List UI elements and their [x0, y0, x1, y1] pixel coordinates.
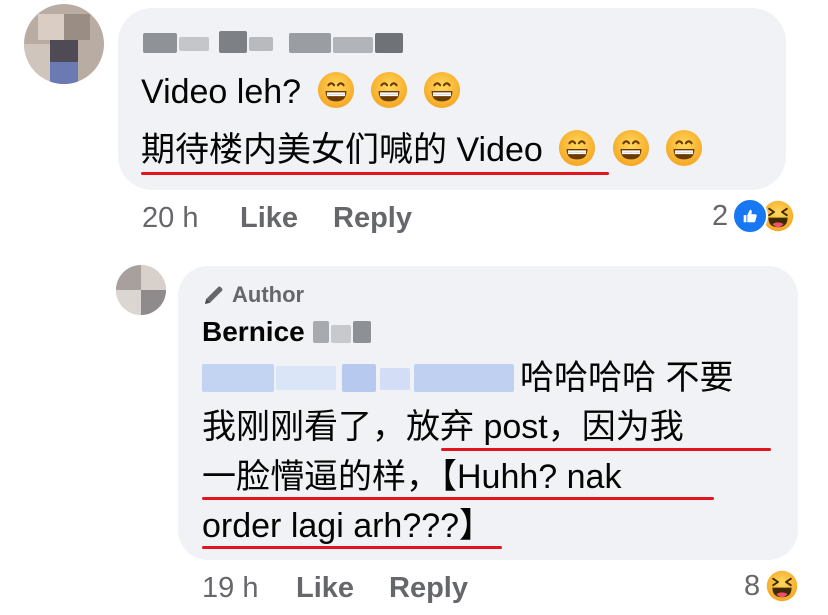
grinning-emoji-icon — [558, 129, 596, 167]
comment-reaction-count: 2 — [712, 199, 729, 232]
highlight-underline — [202, 497, 714, 500]
comment-line-2: 期待楼内美女们喊的 Video — [141, 128, 703, 172]
reply-line-2: 我刚刚看了，放弃 post，因为我 — [202, 405, 684, 449]
author-badge-label: Author — [232, 282, 305, 307]
like-icon — [732, 198, 769, 234]
comment-reactions[interactable]: 2 — [712, 198, 797, 234]
mention-tag-redacted[interactable] — [202, 362, 514, 394]
grinning-emoji-icon — [317, 71, 355, 109]
comment-text-1: Video leh? — [141, 73, 302, 111]
highlight-underline — [441, 448, 771, 451]
reply-text-3b: 【Huhh? nak — [440, 458, 622, 496]
reply-author[interactable]: Bernice — [202, 316, 373, 348]
comment-like-button[interactable]: Like — [240, 202, 298, 235]
author-badge: Author — [202, 282, 304, 308]
reply-reaction-count: 8 — [744, 569, 761, 602]
grinning-emoji-icon — [370, 71, 408, 109]
reply-line-1: 哈哈哈哈 不要 — [520, 359, 734, 397]
reply-text-3a: 一脸懵逼的样， — [202, 458, 440, 496]
author-avatar[interactable] — [116, 265, 166, 315]
reply-reply-button[interactable]: Reply — [389, 572, 468, 605]
commenter-avatar[interactable] — [24, 4, 104, 84]
haha-icon — [764, 568, 801, 604]
reply-author-name: Bernice — [202, 316, 305, 347]
reply-text-2b: 放弃 post，因为我 — [406, 408, 684, 446]
reply-line-4: order lagi arh???】 — [202, 507, 494, 545]
highlight-underline — [202, 546, 502, 549]
comment-reply-button[interactable]: Reply — [333, 202, 412, 235]
highlight-underline — [141, 172, 609, 175]
grinning-emoji-icon — [665, 129, 703, 167]
comment-text-2: 期待楼内美女们喊的 Video — [141, 131, 543, 169]
comment-timestamp[interactable]: 20 h — [142, 202, 198, 235]
reply-line-3: 一脸懵逼的样，【Huhh? nak — [202, 455, 621, 499]
reply-text-2a: 我刚刚看了， — [202, 408, 406, 446]
grinning-emoji-icon — [612, 129, 650, 167]
reply-like-button[interactable]: Like — [296, 572, 354, 605]
reply-timestamp[interactable]: 19 h — [202, 572, 258, 605]
reply-author-surname-redacted — [312, 321, 373, 343]
pencil-icon — [205, 286, 223, 304]
grinning-emoji-icon — [423, 71, 461, 109]
reply-reactions[interactable]: 8 — [744, 568, 801, 604]
commenter-name-redacted[interactable] — [143, 31, 403, 55]
comment-line-1: Video leh? — [141, 70, 461, 114]
